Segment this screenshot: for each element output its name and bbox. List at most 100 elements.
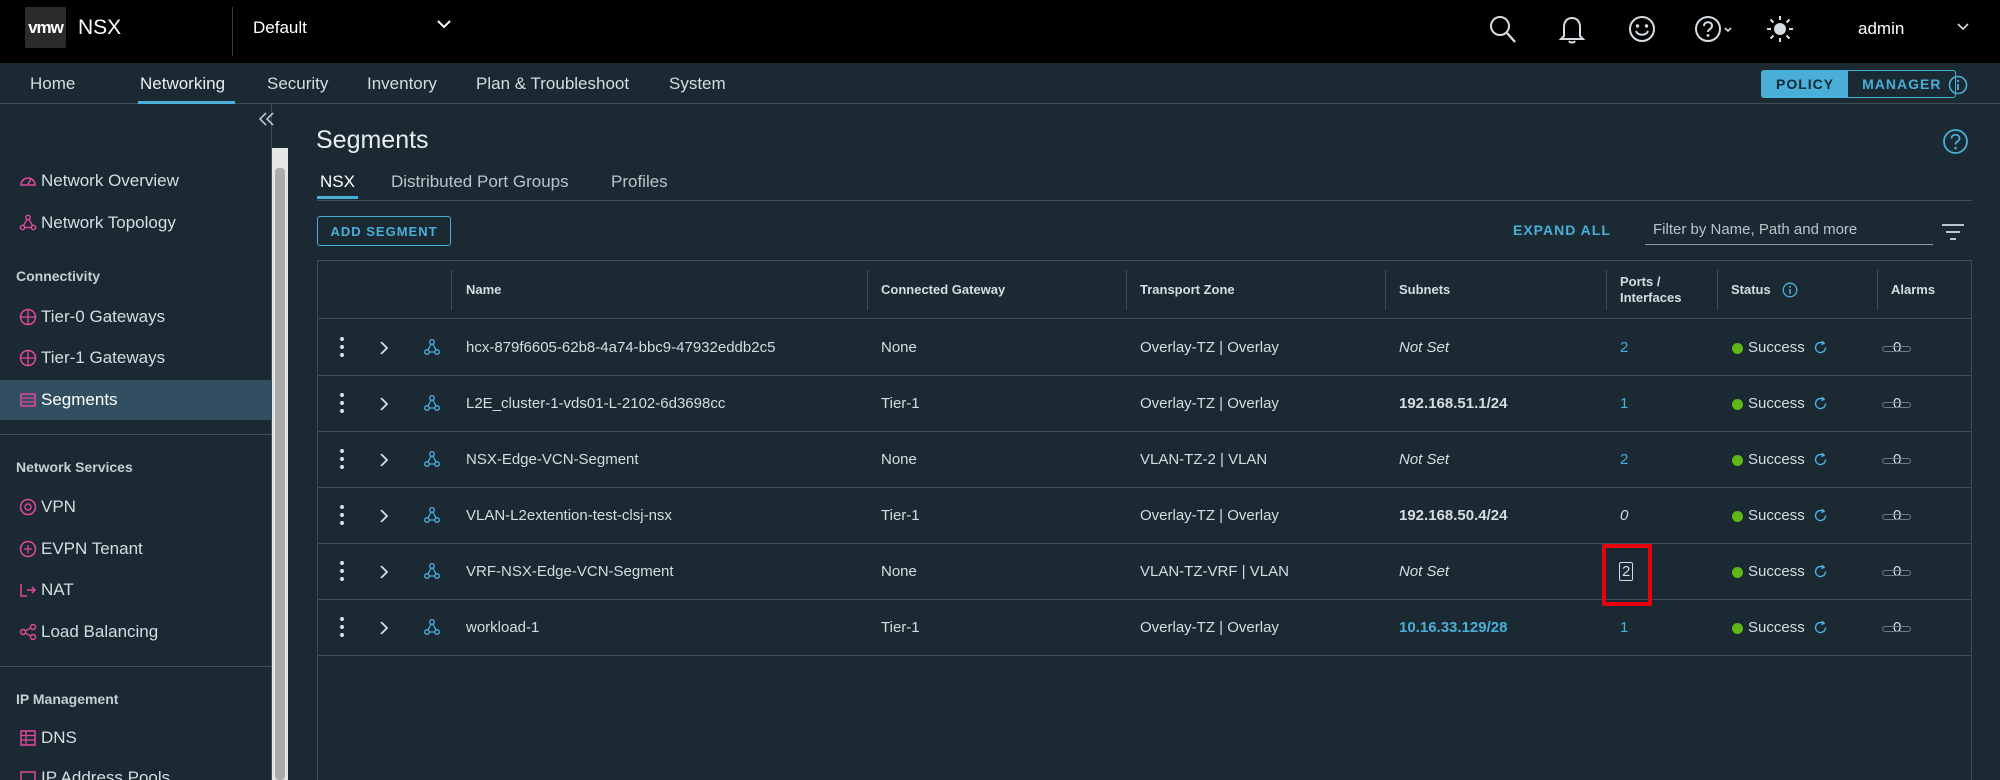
alarm-indicator	[1882, 570, 1911, 576]
sidebar-item-tier0-gateways[interactable]: Tier-0 Gateways	[0, 297, 272, 337]
search-icon[interactable]	[1489, 14, 1517, 44]
cell-name[interactable]: workload-1	[466, 619, 539, 636]
refresh-icon[interactable]	[1813, 452, 1828, 467]
expand-row-icon[interactable]	[379, 620, 389, 636]
column-separator	[1606, 270, 1607, 310]
header-ports-line2[interactable]: Interfaces	[1620, 290, 1681, 306]
policy-mode-button[interactable]: POLICY	[1762, 71, 1849, 97]
tab-active-indicator	[317, 196, 358, 199]
sidebar-scroll-thumb[interactable]	[275, 168, 285, 780]
nav-system[interactable]: System	[669, 74, 726, 94]
row-actions-icon[interactable]	[338, 391, 346, 415]
header-ports-line1[interactable]: Ports /	[1620, 274, 1660, 290]
header-name[interactable]: Name	[466, 282, 501, 298]
refresh-icon[interactable]	[1813, 340, 1828, 355]
expand-row-icon[interactable]	[379, 396, 389, 412]
column-separator	[451, 270, 452, 310]
row-actions-icon[interactable]	[338, 447, 346, 471]
alarm-indicator	[1882, 626, 1911, 632]
filter-input[interactable]	[1645, 215, 1933, 245]
cell-transport-zone: VLAN-TZ-VRF | VLAN	[1140, 563, 1289, 580]
sidebar-item-load-balancing[interactable]: Load Balancing	[0, 612, 272, 652]
smiley-icon[interactable]	[1627, 14, 1657, 44]
table-header: Name Connected Gateway Transport Zone Su…	[318, 261, 1971, 319]
row-actions-icon[interactable]	[338, 559, 346, 583]
dns-icon	[18, 728, 38, 748]
nav-plan-troubleshoot[interactable]: Plan & Troubleshoot	[476, 74, 629, 94]
cell-gateway: Tier-1	[881, 395, 920, 412]
sidebar-item-nat[interactable]: NAT	[0, 570, 272, 610]
header-connected-gateway[interactable]: Connected Gateway	[881, 282, 1005, 298]
sidebar-item-label: Tier-0 Gateways	[41, 307, 166, 326]
cell-name[interactable]: hcx-879f6605-62b8-4a74-bbc9-47932eddb2c5	[466, 339, 775, 356]
cell-gateway: Tier-1	[881, 619, 920, 636]
cell-ports[interactable]: 2	[1620, 451, 1628, 468]
header-transport-zone[interactable]: Transport Zone	[1140, 282, 1235, 298]
cell-transport-zone: Overlay-TZ | Overlay	[1140, 339, 1279, 356]
refresh-icon[interactable]	[1813, 620, 1828, 635]
sidebar-item-vpn[interactable]: VPN	[0, 487, 272, 527]
cell-gateway: Tier-1	[881, 507, 920, 524]
context-select[interactable]: Default	[253, 18, 307, 38]
sidebar-item-dns[interactable]: DNS	[0, 718, 272, 758]
cell-gateway: None	[881, 563, 917, 580]
cell-name[interactable]: L2E_cluster-1-vds01-L-2102-6d3698cc	[466, 395, 725, 412]
refresh-icon[interactable]	[1813, 564, 1828, 579]
help-icon[interactable]	[1942, 128, 1969, 155]
sidebar-item-network-topology[interactable]: Network Topology	[0, 203, 272, 243]
expand-row-icon[interactable]	[379, 508, 389, 524]
sidebar-item-label: Segments	[41, 390, 118, 409]
tab-nsx[interactable]: NSX	[320, 172, 355, 192]
theme-sun-icon[interactable]	[1765, 14, 1795, 44]
collapse-sidebar-icon[interactable]	[259, 112, 275, 126]
expand-row-icon[interactable]	[379, 564, 389, 580]
alarm-indicator	[1882, 514, 1911, 520]
column-separator	[1877, 270, 1878, 310]
sidebar-item-segments[interactable]: Segments	[0, 380, 272, 420]
header-subnets[interactable]: Subnets	[1399, 282, 1450, 298]
chevron-down-icon[interactable]	[1957, 22, 1969, 31]
row-actions-icon[interactable]	[338, 335, 346, 359]
row-actions-icon[interactable]	[338, 503, 346, 527]
cell-subnets: 192.168.50.4/24	[1399, 507, 1508, 524]
nav-inventory[interactable]: Inventory	[367, 74, 437, 94]
section-network-services: Network Services	[16, 459, 133, 475]
column-separator	[1126, 270, 1127, 310]
cell-ports[interactable]: 2	[1620, 339, 1628, 356]
row-actions-icon[interactable]	[338, 615, 346, 639]
filter-icon[interactable]	[1941, 223, 1965, 241]
refresh-icon[interactable]	[1813, 508, 1828, 523]
tab-profiles[interactable]: Profiles	[611, 172, 668, 192]
cell-status: Success	[1748, 451, 1805, 468]
cell-name[interactable]: VLAN-L2extention-test-clsj-nsx	[466, 507, 672, 524]
sidebar-item-tier1-gateways[interactable]: Tier-1 Gateways	[0, 338, 272, 378]
cell-name[interactable]: VRF-NSX-Edge-VCN-Segment	[466, 563, 674, 580]
header-alarms[interactable]: Alarms	[1891, 282, 1935, 298]
nav-security[interactable]: Security	[267, 74, 328, 94]
add-segment-button[interactable]: ADD SEGMENT	[317, 216, 451, 246]
bell-icon[interactable]	[1559, 14, 1585, 44]
header-status[interactable]: Status	[1731, 282, 1771, 298]
segment-icon	[423, 394, 441, 412]
cell-ports[interactable]: 1	[1620, 395, 1628, 412]
sidebar-item-ip-address-pools[interactable]: IP Address Pools	[0, 758, 272, 780]
nav-home[interactable]: Home	[30, 74, 75, 94]
expand-all-button[interactable]: EXPAND ALL	[1513, 222, 1611, 238]
page-title: Segments	[316, 126, 429, 154]
refresh-icon[interactable]	[1813, 396, 1828, 411]
chevron-down-icon[interactable]	[437, 19, 451, 29]
sidebar-item-evpn-tenant[interactable]: EVPN Tenant	[0, 529, 272, 569]
info-icon[interactable]	[1948, 75, 1968, 95]
manager-mode-button[interactable]: MANAGER	[1848, 71, 1955, 97]
user-menu[interactable]: admin	[1858, 19, 1904, 39]
expand-row-icon[interactable]	[379, 340, 389, 356]
status-info-icon[interactable]	[1782, 282, 1798, 298]
tab-distributed-port-groups[interactable]: Distributed Port Groups	[391, 172, 569, 192]
cell-ports[interactable]: 1	[1620, 619, 1628, 636]
nav-networking[interactable]: Networking	[140, 74, 225, 94]
expand-row-icon[interactable]	[379, 452, 389, 468]
sidebar-item-network-overview[interactable]: Network Overview	[0, 161, 272, 201]
cell-name[interactable]: NSX-Edge-VCN-Segment	[466, 451, 639, 468]
help-menu-icon[interactable]	[1694, 14, 1734, 44]
cell-subnets-link[interactable]: 10.16.33.129/28	[1399, 619, 1507, 636]
